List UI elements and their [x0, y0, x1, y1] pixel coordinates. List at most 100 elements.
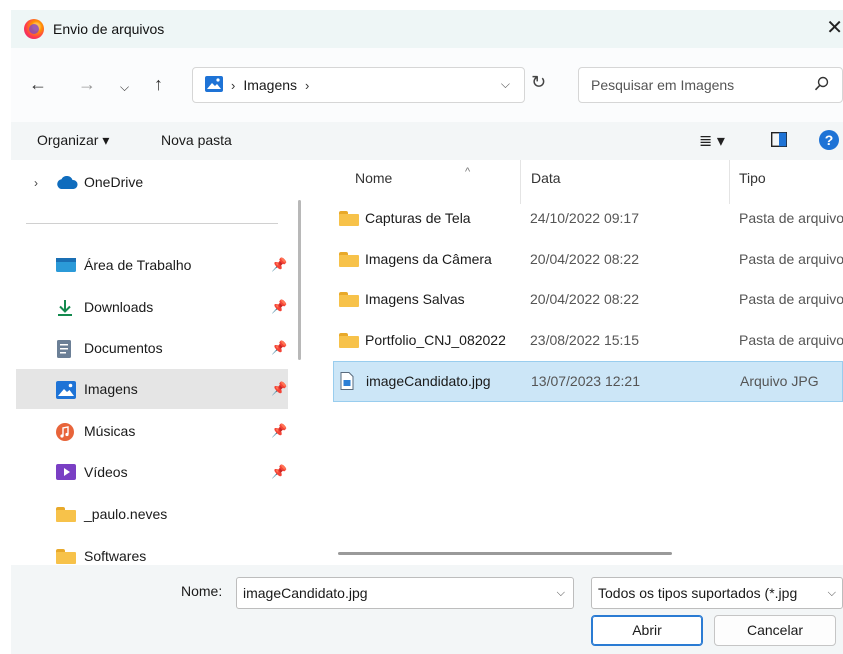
preview-pane-icon[interactable]: [770, 131, 788, 152]
forward-arrow-icon[interactable]: →: [78, 74, 96, 94]
file-name-field[interactable]: imageCandidato.jpg ⌵: [236, 577, 574, 609]
column-divider[interactable]: [729, 160, 730, 204]
sidebar-item-paulo-neves[interactable]: _paulo.neves: [16, 494, 288, 534]
title-bar: Envio de arquivos ✕: [11, 10, 843, 48]
file-date: 20/04/2022 08:22: [530, 251, 639, 267]
sidebar-scrollbar[interactable]: [298, 200, 301, 360]
sidebar-item-onedrive[interactable]: › OneDrive: [16, 162, 288, 202]
folder-icon: [339, 292, 359, 310]
search-input[interactable]: Pesquisar em Imagens: [591, 77, 734, 93]
help-icon[interactable]: ?: [819, 130, 839, 150]
recent-locations-chevron-icon[interactable]: ⌵: [120, 77, 129, 97]
file-date: 20/04/2022 08:22: [530, 291, 639, 307]
sort-ascending-icon: ^: [465, 166, 471, 178]
address-dropdown-icon[interactable]: ⌵: [501, 77, 510, 92]
firefox-icon: [24, 19, 44, 39]
sidebar-item-desktop[interactable]: Área de Trabalho 📌: [16, 245, 288, 285]
dialog-footer: Nome: imageCandidato.jpg ⌵ Todos os tipo…: [11, 565, 843, 654]
pin-icon[interactable]: 📌: [271, 340, 287, 356]
file-type: Pasta de arquivos: [739, 332, 843, 348]
horizontal-scrollbar[interactable]: [338, 552, 672, 555]
cloud-icon: [56, 175, 78, 192]
music-icon: [56, 423, 74, 444]
address-bar[interactable]: › Imagens › ⌵: [192, 67, 525, 103]
open-button[interactable]: Abrir: [591, 615, 703, 646]
file-name: Imagens Salvas: [365, 291, 465, 307]
sidebar-item-label: OneDrive: [84, 174, 144, 190]
pictures-icon: [205, 75, 223, 95]
file-type-select[interactable]: Todos os tipos suportados (*.jpg ⌵: [591, 577, 843, 609]
close-icon[interactable]: ✕: [826, 18, 843, 38]
chevron-down-icon[interactable]: ⌵: [557, 587, 565, 600]
sidebar-item-label: Área de Trabalho: [84, 257, 192, 273]
breadcrumb-imagens[interactable]: Imagens: [243, 77, 297, 93]
file-date: 13/07/2023 12:21: [531, 373, 640, 389]
window-title: Envio de arquivos: [53, 21, 165, 37]
command-bar: Organizar ▾ Nova pasta ≣ ▾ ?: [11, 122, 843, 160]
file-type: Pasta de arquivos: [739, 251, 843, 267]
sidebar-item-music[interactable]: Músicas 📌: [16, 411, 288, 451]
sidebar-item-documents[interactable]: Documentos 📌: [16, 328, 288, 368]
sidebar-item-label: Músicas: [84, 423, 136, 439]
table-row[interactable]: Imagens Salvas 20/04/2022 08:22 Pasta de…: [333, 280, 843, 320]
file-name-input[interactable]: imageCandidato.jpg: [243, 585, 368, 601]
breadcrumb-separator-icon: ›: [231, 77, 236, 93]
refresh-icon[interactable]: ↻: [531, 72, 546, 93]
sidebar-item-videos[interactable]: Vídeos 📌: [16, 452, 288, 492]
column-header-type[interactable]: Tipo: [739, 170, 766, 186]
expand-chevron-icon[interactable]: ›: [34, 176, 38, 190]
sidebar-item-pictures[interactable]: Imagens 📌: [16, 369, 288, 409]
sidebar-item-softwares[interactable]: Softwares: [16, 536, 288, 565]
chevron-down-icon[interactable]: ⌵: [828, 587, 836, 600]
file-type-value: Todos os tipos suportados (*.jpg: [598, 585, 798, 601]
pictures-icon: [56, 381, 76, 402]
file-date: 23/08/2022 15:15: [530, 332, 639, 348]
view-options-icon[interactable]: ≣ ▾: [699, 131, 725, 151]
new-folder-button[interactable]: Nova pasta: [161, 132, 232, 148]
back-arrow-icon[interactable]: ←: [29, 74, 47, 94]
sidebar-item-label: Vídeos: [84, 464, 128, 480]
sidebar-item-downloads[interactable]: Downloads 📌: [16, 287, 288, 327]
file-name: Imagens da Câmera: [365, 251, 492, 267]
sidebar-item-label: _paulo.neves: [84, 506, 168, 522]
file-name: imageCandidato.jpg: [366, 373, 491, 389]
pin-icon[interactable]: 📌: [271, 464, 287, 480]
folder-icon: [56, 549, 76, 565]
breadcrumb-separator-icon[interactable]: ›: [305, 78, 309, 93]
column-divider[interactable]: [520, 160, 521, 204]
file-type: Arquivo JPG: [740, 373, 819, 389]
video-icon: [56, 464, 76, 483]
search-box[interactable]: Pesquisar em Imagens: [578, 67, 843, 103]
column-header-date[interactable]: Data: [531, 170, 561, 186]
search-icon[interactable]: [814, 76, 830, 95]
folder-icon: [339, 252, 359, 270]
file-name: Portfolio_CNJ_082022: [365, 332, 506, 348]
table-row[interactable]: Imagens da Câmera 20/04/2022 08:22 Pasta…: [333, 240, 843, 280]
up-arrow-icon[interactable]: ↑: [154, 74, 163, 94]
file-type: Pasta de arquivos: [739, 291, 843, 307]
download-icon: [56, 299, 74, 320]
file-name-label: Nome:: [181, 583, 223, 599]
folder-icon: [339, 211, 359, 229]
sidebar-item-label: Documentos: [84, 340, 163, 356]
cancel-button[interactable]: Cancelar: [714, 615, 836, 646]
sidebar-item-label: Imagens: [84, 381, 138, 397]
table-row[interactable]: Capturas de Tela 24/10/2022 09:17 Pasta …: [333, 199, 843, 239]
column-header-name[interactable]: Nome ^: [355, 166, 470, 186]
file-name: Capturas de Tela: [365, 210, 471, 226]
pin-icon[interactable]: 📌: [271, 299, 287, 315]
sidebar-item-label: Softwares: [84, 548, 147, 564]
navigation-pane: › OneDrive Área de Trabalho 📌 Downloads …: [11, 160, 309, 565]
file-list: Nome ^ Data Tipo Capturas de Tela 24/10/…: [315, 160, 843, 565]
pin-icon[interactable]: 📌: [271, 257, 287, 273]
pin-icon[interactable]: 📌: [271, 381, 287, 397]
table-row-selected[interactable]: imageCandidato.jpg 13/07/2023 12:21 Arqu…: [333, 361, 843, 402]
table-row[interactable]: Portfolio_CNJ_082022 23/08/2022 15:15 Pa…: [333, 321, 843, 361]
pin-icon[interactable]: 📌: [271, 423, 287, 439]
folder-icon: [339, 333, 359, 351]
image-file-icon: [340, 372, 354, 393]
file-type: Pasta de arquivos: [739, 210, 843, 226]
folder-icon: [56, 507, 76, 525]
document-icon: [56, 340, 72, 361]
organize-menu[interactable]: Organizar ▾: [37, 132, 109, 149]
